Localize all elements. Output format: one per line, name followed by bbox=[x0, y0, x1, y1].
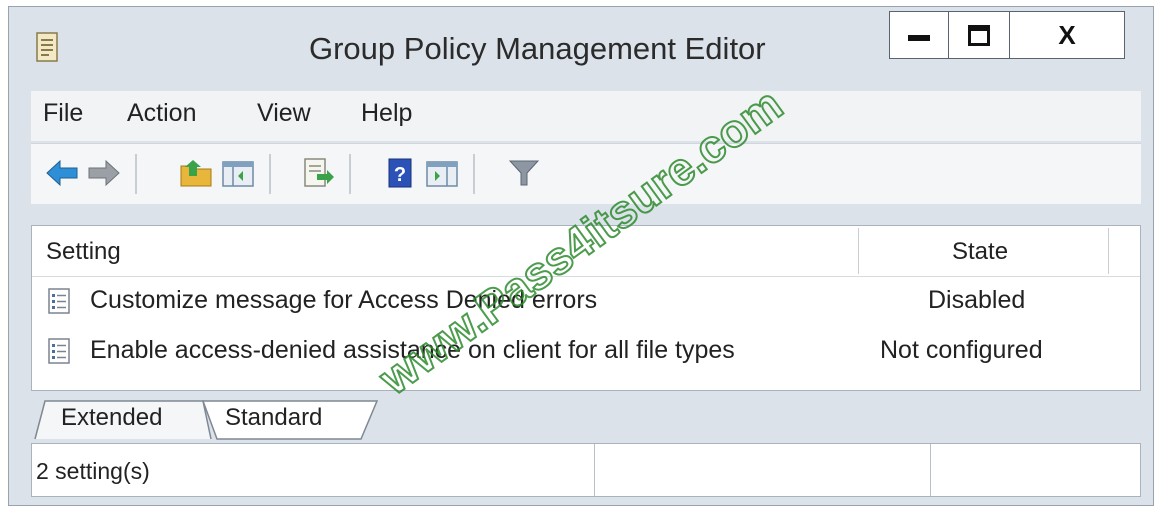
toolbar-separator bbox=[135, 154, 137, 194]
settings-count: 2 setting(s) bbox=[36, 458, 150, 484]
policy-setting-icon bbox=[48, 338, 70, 364]
view-tabs: Extended Standard bbox=[31, 397, 1141, 441]
column-divider[interactable] bbox=[858, 228, 859, 274]
toolbar: ? bbox=[31, 143, 1141, 204]
menu-file[interactable]: File bbox=[43, 99, 83, 128]
list-header: Setting State bbox=[32, 226, 1140, 277]
list-item[interactable]: Customize message for Access Denied erro… bbox=[32, 278, 1140, 324]
status-divider bbox=[930, 444, 931, 496]
list-item[interactable]: Enable access-denied assistance on clien… bbox=[32, 328, 1140, 374]
column-divider[interactable] bbox=[1108, 228, 1109, 274]
menu-action[interactable]: Action bbox=[127, 99, 196, 128]
setting-name: Enable access-denied assistance on clien… bbox=[90, 336, 735, 364]
gpme-window: Group Policy Management Editor X File Ac… bbox=[8, 6, 1154, 506]
back-arrow-icon[interactable] bbox=[45, 156, 79, 190]
setting-name: Customize message for Access Denied erro… bbox=[90, 286, 598, 314]
toolbar-separator bbox=[349, 154, 351, 194]
status-divider bbox=[594, 444, 595, 496]
menu-view[interactable]: View bbox=[257, 99, 311, 128]
minimize-button[interactable] bbox=[889, 11, 949, 59]
setting-state: Not configured bbox=[880, 336, 1043, 364]
close-icon: X bbox=[1058, 19, 1076, 50]
setting-state: Disabled bbox=[928, 286, 1026, 314]
toolbar-separator bbox=[269, 154, 271, 194]
filter-icon[interactable] bbox=[507, 156, 541, 190]
title-bar[interactable]: Group Policy Management Editor X bbox=[9, 7, 1153, 87]
up-folder-icon[interactable] bbox=[179, 156, 213, 190]
settings-list: Setting State Customize message for Acce… bbox=[31, 225, 1141, 391]
tab-extended[interactable]: Extended bbox=[61, 397, 162, 439]
menu-bar: File Action View Help bbox=[31, 91, 1141, 141]
status-bar: 2 setting(s) bbox=[31, 443, 1141, 497]
toolbar-separator bbox=[473, 154, 475, 194]
maximize-button[interactable] bbox=[948, 11, 1010, 59]
tab-standard[interactable]: Standard bbox=[225, 397, 322, 439]
window-title: Group Policy Management Editor bbox=[309, 31, 766, 66]
minimize-icon bbox=[908, 35, 930, 41]
show-hide-action-pane-icon[interactable] bbox=[425, 156, 459, 190]
svg-text:?: ? bbox=[394, 164, 406, 186]
column-header-state[interactable]: State bbox=[952, 238, 1008, 266]
maximize-icon bbox=[968, 24, 990, 46]
column-header-setting[interactable]: Setting bbox=[46, 238, 121, 266]
help-icon[interactable]: ? bbox=[383, 156, 417, 190]
menu-help[interactable]: Help bbox=[361, 99, 412, 128]
show-hide-console-tree-icon[interactable] bbox=[221, 156, 255, 190]
forward-arrow-icon[interactable] bbox=[87, 156, 121, 190]
close-button[interactable]: X bbox=[1009, 11, 1125, 59]
policy-document-icon bbox=[36, 32, 58, 62]
export-list-icon[interactable] bbox=[301, 156, 335, 190]
policy-setting-icon bbox=[48, 288, 70, 314]
